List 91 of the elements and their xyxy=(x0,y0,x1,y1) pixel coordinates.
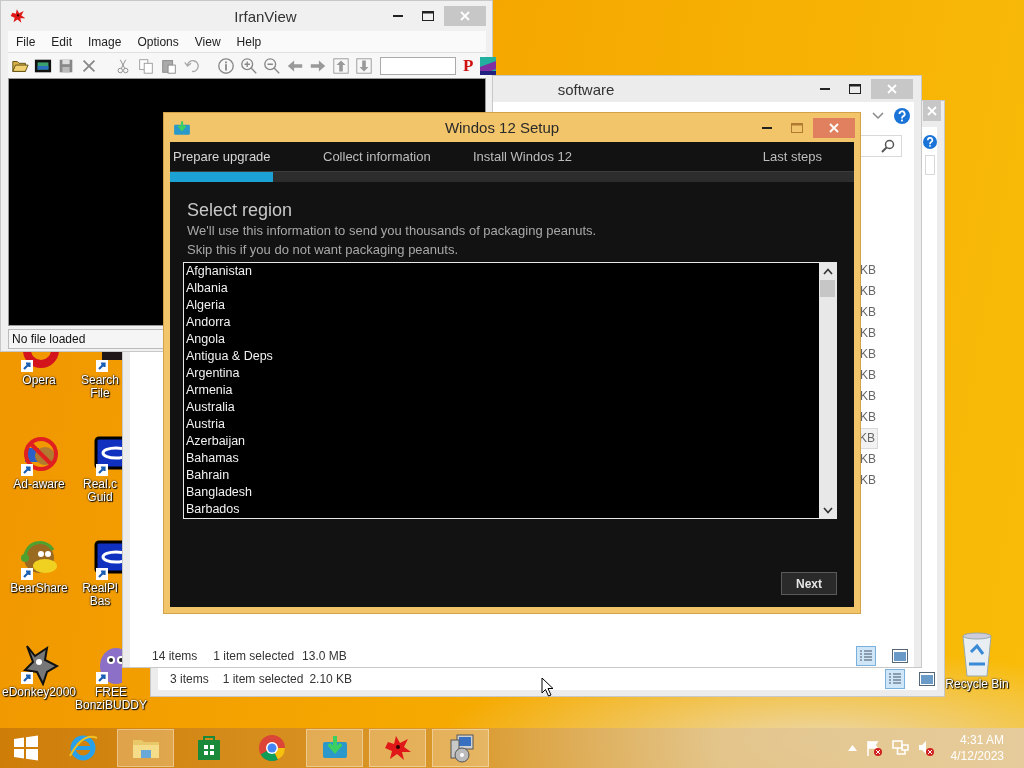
window-title: Windos 12 Setup xyxy=(443,119,561,136)
clock-date: 4/12/2023 xyxy=(950,748,1004,764)
toolbar-letter-button[interactable]: P xyxy=(461,55,476,76)
file-size-cell-text: KB xyxy=(859,304,877,321)
taskbar-button[interactable] xyxy=(306,729,363,767)
description-text: We'll use this information to send you thousands of packaging peanuts. xyxy=(186,222,598,240)
selection-info: 1 item selected xyxy=(213,649,295,663)
search-icon xyxy=(881,139,895,153)
close-button[interactable] xyxy=(813,117,855,138)
close-icon xyxy=(829,122,839,133)
toolbar-field[interactable] xyxy=(380,56,456,75)
file-size-cell-text: KB xyxy=(859,283,877,300)
arrow-down-icon[interactable] xyxy=(355,56,373,75)
file-size-cell-text: KB xyxy=(859,388,877,405)
taskbar-button[interactable] xyxy=(432,729,489,767)
taskbar-button[interactable] xyxy=(117,729,174,767)
menu-item[interactable]: Edit xyxy=(43,34,81,49)
zoom-out-icon[interactable] xyxy=(263,56,281,75)
clock-time: 4:31 AM xyxy=(959,732,1004,748)
maximize-icon xyxy=(849,84,861,94)
close-button[interactable] xyxy=(923,101,941,121)
close-icon xyxy=(887,84,897,94)
region-item[interactable]: Antigua & Deps xyxy=(184,348,819,365)
logo-icon[interactable] xyxy=(92,538,122,582)
region-item[interactable]: Barbados xyxy=(184,501,819,518)
file-size-cell-text: KB xyxy=(859,262,877,279)
region-item[interactable]: Afghanistan xyxy=(184,263,819,280)
chevron-up-icon[interactable] xyxy=(822,268,833,275)
item-count: 3 items xyxy=(170,672,209,686)
copy-icon[interactable] xyxy=(137,56,155,75)
minimize-icon xyxy=(393,15,403,17)
step-label: Prepare upgrade xyxy=(172,149,272,164)
menu-item[interactable]: Help xyxy=(228,34,270,49)
description-text: Skip this if you do not want packaging peanuts. xyxy=(186,241,459,259)
selection-size: 13.0 MB xyxy=(302,649,347,663)
region-item[interactable]: Albania xyxy=(184,280,819,297)
minimize-icon xyxy=(820,88,830,90)
zoom-in-icon[interactable] xyxy=(240,56,258,75)
file-size-cell-text: KB xyxy=(859,367,877,384)
color-picture-icon[interactable] xyxy=(480,56,497,75)
step-label: Last steps xyxy=(761,149,823,164)
file-size-cell-text: KB xyxy=(859,325,877,342)
file-size-cell-text: KB xyxy=(859,451,877,468)
region-item[interactable]: Armenia xyxy=(184,382,819,399)
taskbar-button[interactable] xyxy=(369,729,426,767)
region-item[interactable]: Algeria xyxy=(184,297,819,314)
region-item[interactable]: Bangladesh xyxy=(184,484,819,501)
section-heading: Select region xyxy=(186,199,294,221)
info-icon[interactable] xyxy=(217,56,235,75)
scroll-thumb[interactable] xyxy=(820,280,835,297)
menu-item[interactable]: Options xyxy=(129,34,187,49)
step-label: Install Windos 12 xyxy=(472,149,573,164)
region-item[interactable]: Austria xyxy=(184,416,819,433)
flag-icon[interactable] xyxy=(864,739,883,757)
maximize-icon xyxy=(791,122,803,133)
region-item[interactable]: Andorra xyxy=(184,314,819,331)
file-size-cell-text: KB xyxy=(859,409,877,426)
help-icon[interactable] xyxy=(923,135,937,149)
minimize-icon xyxy=(762,126,772,129)
region-item[interactable]: Argentina xyxy=(184,365,819,382)
splat-icon xyxy=(9,7,27,25)
download-icon xyxy=(173,119,191,136)
region-item[interactable]: Bahrain xyxy=(184,467,819,484)
menu-item[interactable]: File xyxy=(8,34,44,49)
close-icon xyxy=(460,11,470,21)
step-label: Collect information xyxy=(322,149,432,164)
details-view-icon[interactable] xyxy=(885,669,905,689)
close-icon xyxy=(927,106,937,116)
region-item[interactable]: Azerbaijan xyxy=(184,433,819,450)
menu-item[interactable]: View xyxy=(186,34,229,49)
chevron-down-icon[interactable] xyxy=(822,507,833,514)
arrow-up-icon[interactable] xyxy=(332,56,350,75)
preview-view-icon[interactable] xyxy=(919,672,935,686)
logo-icon[interactable] xyxy=(92,434,122,478)
preview-view-icon[interactable] xyxy=(892,649,908,663)
window-title: IrfanView xyxy=(233,7,298,25)
region-item[interactable]: Bahamas xyxy=(184,450,819,467)
next-button[interactable]: Next xyxy=(781,572,837,595)
window-title: software xyxy=(556,80,616,98)
details-view-icon[interactable] xyxy=(856,646,876,666)
file-size-cell-text: KB xyxy=(859,472,877,489)
muted-speaker-icon[interactable] xyxy=(916,739,935,757)
menu-item[interactable]: Image xyxy=(80,34,130,49)
item-count: 14 items xyxy=(152,649,198,663)
selection-info: 1 item selected xyxy=(222,672,304,686)
file-size-cell-text: KB xyxy=(859,346,877,363)
region-item[interactable]: Australia xyxy=(184,399,819,416)
help-icon[interactable] xyxy=(894,108,910,124)
address-field[interactable] xyxy=(925,155,935,175)
selection-size: 2.10 KB xyxy=(309,672,353,686)
maximize-icon xyxy=(422,11,434,21)
